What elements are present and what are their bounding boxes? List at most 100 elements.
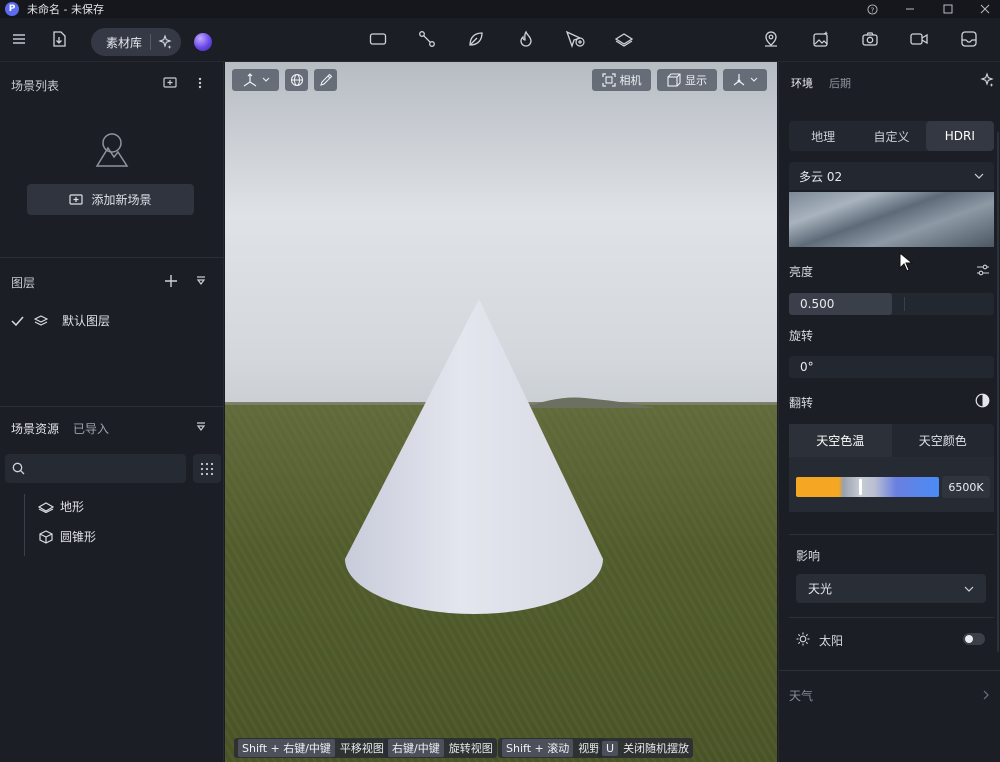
title-bar: P 未命名 - 未保存 ? bbox=[0, 0, 1000, 18]
slider-tick bbox=[904, 297, 905, 311]
influence-value: 天光 bbox=[808, 582, 833, 596]
add-layer-icon[interactable] bbox=[164, 274, 178, 291]
screen-add-icon[interactable] bbox=[163, 76, 177, 93]
more-options-icon[interactable] bbox=[196, 76, 204, 93]
scene-list-title: 场景列表 bbox=[11, 79, 60, 93]
hint-key: Shift + 滚动 bbox=[502, 739, 574, 757]
add-point-tool-icon[interactable] bbox=[562, 26, 588, 52]
mode-hdri[interactable]: HDRI bbox=[925, 121, 994, 151]
tab-post-processing[interactable]: 后期 bbox=[829, 75, 851, 91]
camera-view-button[interactable]: 相机 bbox=[592, 69, 651, 91]
left-panel: 场景列表 添加新场景 图层 默认图层 场景资源 已导入 地形 圆锥形 bbox=[0, 62, 224, 762]
chevron-right-icon[interactable] bbox=[983, 689, 989, 703]
globe-icon bbox=[290, 73, 303, 87]
color-temperature-slider[interactable] bbox=[796, 477, 939, 497]
hdri-preview-image[interactable] bbox=[789, 192, 994, 247]
mode-custom[interactable]: 自定义 bbox=[857, 121, 925, 151]
add-new-scene-button[interactable]: 添加新场景 bbox=[27, 184, 194, 215]
brightness-slider[interactable]: 0.500 bbox=[789, 293, 994, 315]
chevron-down-icon bbox=[964, 586, 974, 592]
hamburger-menu-icon[interactable] bbox=[6, 26, 32, 52]
layers-icon bbox=[34, 314, 48, 326]
empty-scene-icon bbox=[95, 132, 129, 171]
influence-select[interactable]: 天光 bbox=[796, 574, 986, 603]
fire-tool-icon[interactable] bbox=[513, 26, 539, 52]
tab-environment[interactable]: 环境 bbox=[791, 75, 813, 91]
path-tool-icon[interactable] bbox=[414, 26, 440, 52]
rectangle-tool-icon[interactable] bbox=[365, 26, 391, 52]
ai-sparkle-icon[interactable] bbox=[979, 72, 995, 91]
leaf-tool-icon[interactable] bbox=[463, 26, 489, 52]
influence-label: 影响 bbox=[796, 549, 821, 563]
ai-orb-icon[interactable] bbox=[194, 33, 212, 51]
assets-library-button[interactable]: 素材库 bbox=[91, 28, 181, 56]
collapse-assets-icon[interactable] bbox=[195, 421, 207, 436]
right-panel-scrollbar[interactable] bbox=[997, 132, 999, 652]
eyedropper-button[interactable] bbox=[314, 69, 337, 91]
ai-sparkle-icon[interactable] bbox=[157, 34, 173, 50]
tab-sky-temperature[interactable]: 天空色温 bbox=[789, 424, 892, 457]
temperature-value[interactable]: 6500K bbox=[942, 476, 990, 498]
scene-assets-tab[interactable]: 场景资源 bbox=[11, 420, 59, 437]
brightness-value: 0.500 bbox=[800, 297, 835, 311]
sun-toggle[interactable] bbox=[963, 633, 985, 645]
divider bbox=[0, 406, 224, 407]
globe-button[interactable] bbox=[285, 69, 308, 91]
tree-item-label: 地形 bbox=[60, 500, 85, 514]
svg-text:?: ? bbox=[870, 5, 874, 14]
rotation-label: 旋转 bbox=[789, 329, 814, 343]
hdri-selected-label: 多云 02 bbox=[799, 169, 843, 184]
weather-section-label[interactable]: 天气 bbox=[789, 687, 813, 704]
cone-object[interactable] bbox=[345, 297, 615, 627]
video-icon[interactable] bbox=[906, 26, 932, 52]
terrain-icon bbox=[38, 501, 54, 513]
tab-sky-color[interactable]: 天空颜色 bbox=[892, 424, 995, 457]
search-icon bbox=[12, 462, 25, 475]
asset-search-input[interactable] bbox=[5, 454, 186, 483]
help-icon[interactable]: ? bbox=[859, 0, 885, 18]
divider bbox=[789, 534, 994, 535]
3d-viewport[interactable]: 相机 显示 Shift + 右键/中键 平移视图 右键/中键 旋转视图 Shif… bbox=[225, 62, 777, 762]
image-sparkle-icon[interactable] bbox=[808, 26, 834, 52]
tree-item-cone[interactable]: 圆锥形 bbox=[38, 528, 96, 545]
layers-title: 图层 bbox=[11, 276, 36, 290]
sun-icon bbox=[796, 632, 810, 649]
grid-view-button[interactable] bbox=[193, 454, 221, 483]
transform-axes-icon bbox=[243, 73, 256, 87]
display-button[interactable]: 显示 bbox=[657, 69, 717, 91]
minimize-icon[interactable] bbox=[897, 0, 923, 18]
layer-item-default[interactable]: 默认图层 bbox=[11, 312, 110, 329]
mode-geography[interactable]: 地理 bbox=[789, 121, 857, 151]
main-toolbar: 素材库 bbox=[0, 18, 1000, 62]
hint-action: 平移视图 bbox=[339, 742, 384, 755]
close-icon[interactable] bbox=[972, 0, 998, 18]
hdri-select[interactable]: 多云 02 bbox=[789, 162, 994, 190]
transform-mode-button[interactable] bbox=[232, 69, 279, 91]
rotation-value: 0° bbox=[800, 360, 814, 374]
right-panel: 环境 后期 地理 自定义 HDRI 多云 02 亮度 0.500 旋转 0° 翻… bbox=[778, 62, 1000, 762]
imported-tab[interactable]: 已导入 bbox=[73, 420, 109, 437]
gallery-icon[interactable] bbox=[956, 26, 982, 52]
hint-key: Shift + 右键/中键 bbox=[238, 739, 335, 757]
tree-guide-line bbox=[24, 494, 25, 556]
hint-random-placement: U 关闭随机摆放 bbox=[598, 738, 694, 758]
assets-library-label: 素材库 bbox=[106, 35, 143, 50]
collapse-layers-icon[interactable] bbox=[195, 275, 207, 290]
color-temperature-knob[interactable] bbox=[859, 479, 862, 495]
eyedropper-icon bbox=[319, 73, 332, 86]
adjust-sliders-icon[interactable] bbox=[976, 264, 990, 279]
terrain-tool-icon[interactable] bbox=[611, 26, 637, 52]
cube-outline-icon bbox=[667, 73, 681, 87]
location-pin-icon[interactable] bbox=[758, 26, 784, 52]
camera-icon[interactable] bbox=[857, 26, 883, 52]
chevron-down-icon bbox=[262, 77, 269, 82]
hint-action: 视野 bbox=[578, 742, 601, 755]
check-icon[interactable] bbox=[11, 316, 24, 326]
tree-item-terrain[interactable]: 地形 bbox=[38, 498, 84, 515]
axis-gizmo-icon bbox=[733, 74, 745, 86]
flip-toggle-icon[interactable] bbox=[975, 393, 990, 411]
rotation-input[interactable]: 0° bbox=[789, 356, 994, 378]
gizmo-settings-button[interactable] bbox=[723, 69, 767, 91]
import-file-icon[interactable] bbox=[46, 26, 72, 52]
maximize-icon[interactable] bbox=[935, 0, 961, 18]
